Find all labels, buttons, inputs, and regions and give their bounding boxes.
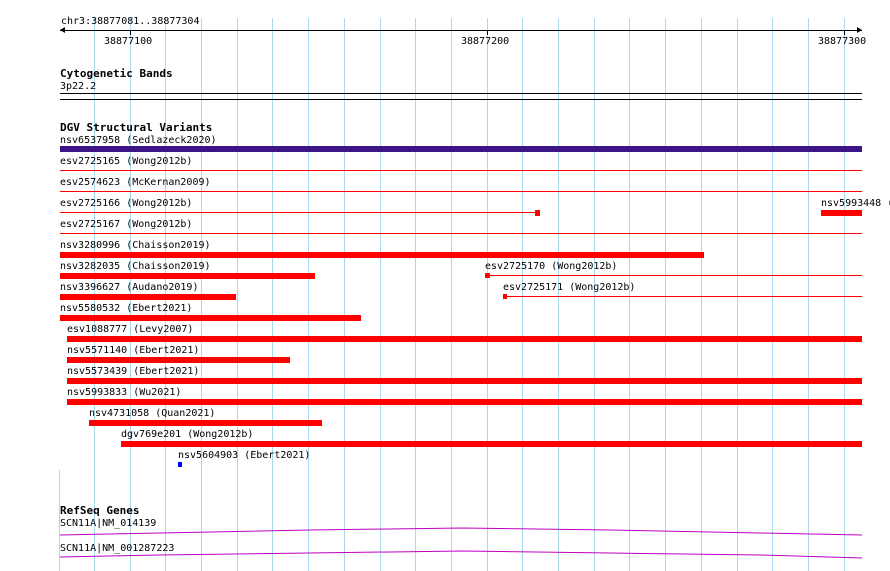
variant-label[interactable]: esv2725170 (Wong2012b)	[485, 261, 617, 272]
gene-model[interactable]	[60, 548, 862, 560]
ruler-left-arrow-icon	[60, 27, 65, 33]
ruler-axis-line	[60, 30, 862, 31]
variant-label[interactable]: nsv4731058 (Quan2021)	[89, 408, 215, 419]
ruler-tick	[130, 30, 131, 35]
variant-bar[interactable]	[67, 399, 862, 405]
grid-line	[451, 18, 452, 571]
ruler-tick-label: 38877300	[818, 36, 867, 47]
grid-line	[629, 18, 630, 571]
ruler-right-arrow-icon	[857, 27, 862, 33]
variant-label[interactable]: nsv5993833 (Wu2021)	[67, 387, 181, 398]
variant-label[interactable]: esv2725166 (Wong2012b)	[60, 198, 192, 209]
variant-label[interactable]: nsv6537958 (Sedlazeck2020)	[60, 135, 217, 146]
variant-bar[interactable]	[89, 420, 322, 426]
variant-bar[interactable]	[60, 252, 704, 258]
grid-line	[844, 18, 845, 571]
grid-line	[558, 18, 559, 571]
variant-label[interactable]: esv2725167 (Wong2012b)	[60, 219, 192, 230]
variant-bar[interactable]	[67, 357, 290, 363]
variant-line[interactable]	[60, 191, 862, 192]
ruler-tick	[844, 30, 845, 35]
ruler-range-label: chr3:38877081..38877304	[61, 16, 200, 27]
variant-label[interactable]: dgv769e201 (Wong2012b)	[121, 429, 253, 440]
variant-label[interactable]: esv2725165 (Wong2012b)	[60, 156, 192, 167]
variant-label[interactable]: esv1088777 (Levy2007)	[67, 324, 193, 335]
variant-bar[interactable]	[60, 273, 315, 279]
cytoband-track-title: Cytogenetic Bands	[60, 67, 173, 80]
variant-label[interactable]: nsv3282035 (Chaisson2019)	[60, 261, 211, 272]
variant-bar[interactable]	[178, 462, 182, 467]
variant-label[interactable]: nsv5573439 (Ebert2021)	[67, 366, 199, 377]
variant-bar[interactable]	[60, 294, 236, 300]
variant-label[interactable]: nsv5993448 (	[821, 198, 890, 209]
variant-bar[interactable]	[67, 336, 862, 342]
grid-line	[487, 18, 488, 571]
cytoband-label[interactable]: 3p22.2	[60, 81, 96, 92]
variant-line[interactable]	[485, 275, 862, 276]
refseq-track-title: RefSeq Genes	[60, 504, 140, 517]
cytoband-bar-top	[60, 93, 862, 94]
variant-label[interactable]: esv2725171 (Wong2012b)	[503, 282, 635, 293]
variant-line[interactable]	[60, 170, 862, 171]
ruler-tick-label: 38877100	[104, 36, 153, 47]
variant-bar[interactable]	[485, 273, 490, 278]
variant-line[interactable]	[60, 212, 540, 213]
grid-line	[415, 18, 416, 571]
grid-line	[701, 18, 702, 571]
variant-bar[interactable]	[67, 378, 862, 384]
grid-line	[522, 18, 523, 571]
variant-line[interactable]	[60, 233, 862, 234]
variant-bar[interactable]	[503, 294, 507, 299]
grid-line	[272, 18, 273, 571]
grid-line	[772, 18, 773, 571]
dgv-track-title: DGV Structural Variants	[60, 121, 213, 134]
variant-bar[interactable]	[821, 210, 862, 216]
variant-label[interactable]: nsv3396627 (Audano2019)	[60, 282, 198, 293]
variant-label[interactable]: nsv3280996 (Chaisson2019)	[60, 240, 211, 251]
grid-line	[344, 18, 345, 571]
variant-label[interactable]: nsv5571140 (Ebert2021)	[67, 345, 199, 356]
variant-label[interactable]: nsv5604903 (Ebert2021)	[178, 450, 310, 461]
variant-line[interactable]	[503, 296, 862, 297]
variant-label[interactable]: esv2574623 (McKernan2009)	[60, 177, 211, 188]
ruler-tick-label: 38877200	[461, 36, 510, 47]
grid-line	[594, 18, 595, 571]
grid-line	[808, 18, 809, 571]
grid-line	[237, 18, 238, 571]
grid-line	[308, 18, 309, 571]
gene-model[interactable]	[60, 526, 862, 538]
grid-line	[665, 18, 666, 571]
grid-line	[737, 18, 738, 571]
variant-bar[interactable]	[535, 210, 540, 216]
variant-bar[interactable]	[60, 315, 361, 321]
cytoband-bar-bottom	[60, 99, 862, 100]
variant-bar[interactable]	[60, 146, 862, 152]
variant-bar[interactable]	[121, 441, 862, 447]
ruler-tick	[487, 30, 488, 35]
grid-line	[380, 18, 381, 571]
variant-label[interactable]: nsv5580532 (Ebert2021)	[60, 303, 192, 314]
